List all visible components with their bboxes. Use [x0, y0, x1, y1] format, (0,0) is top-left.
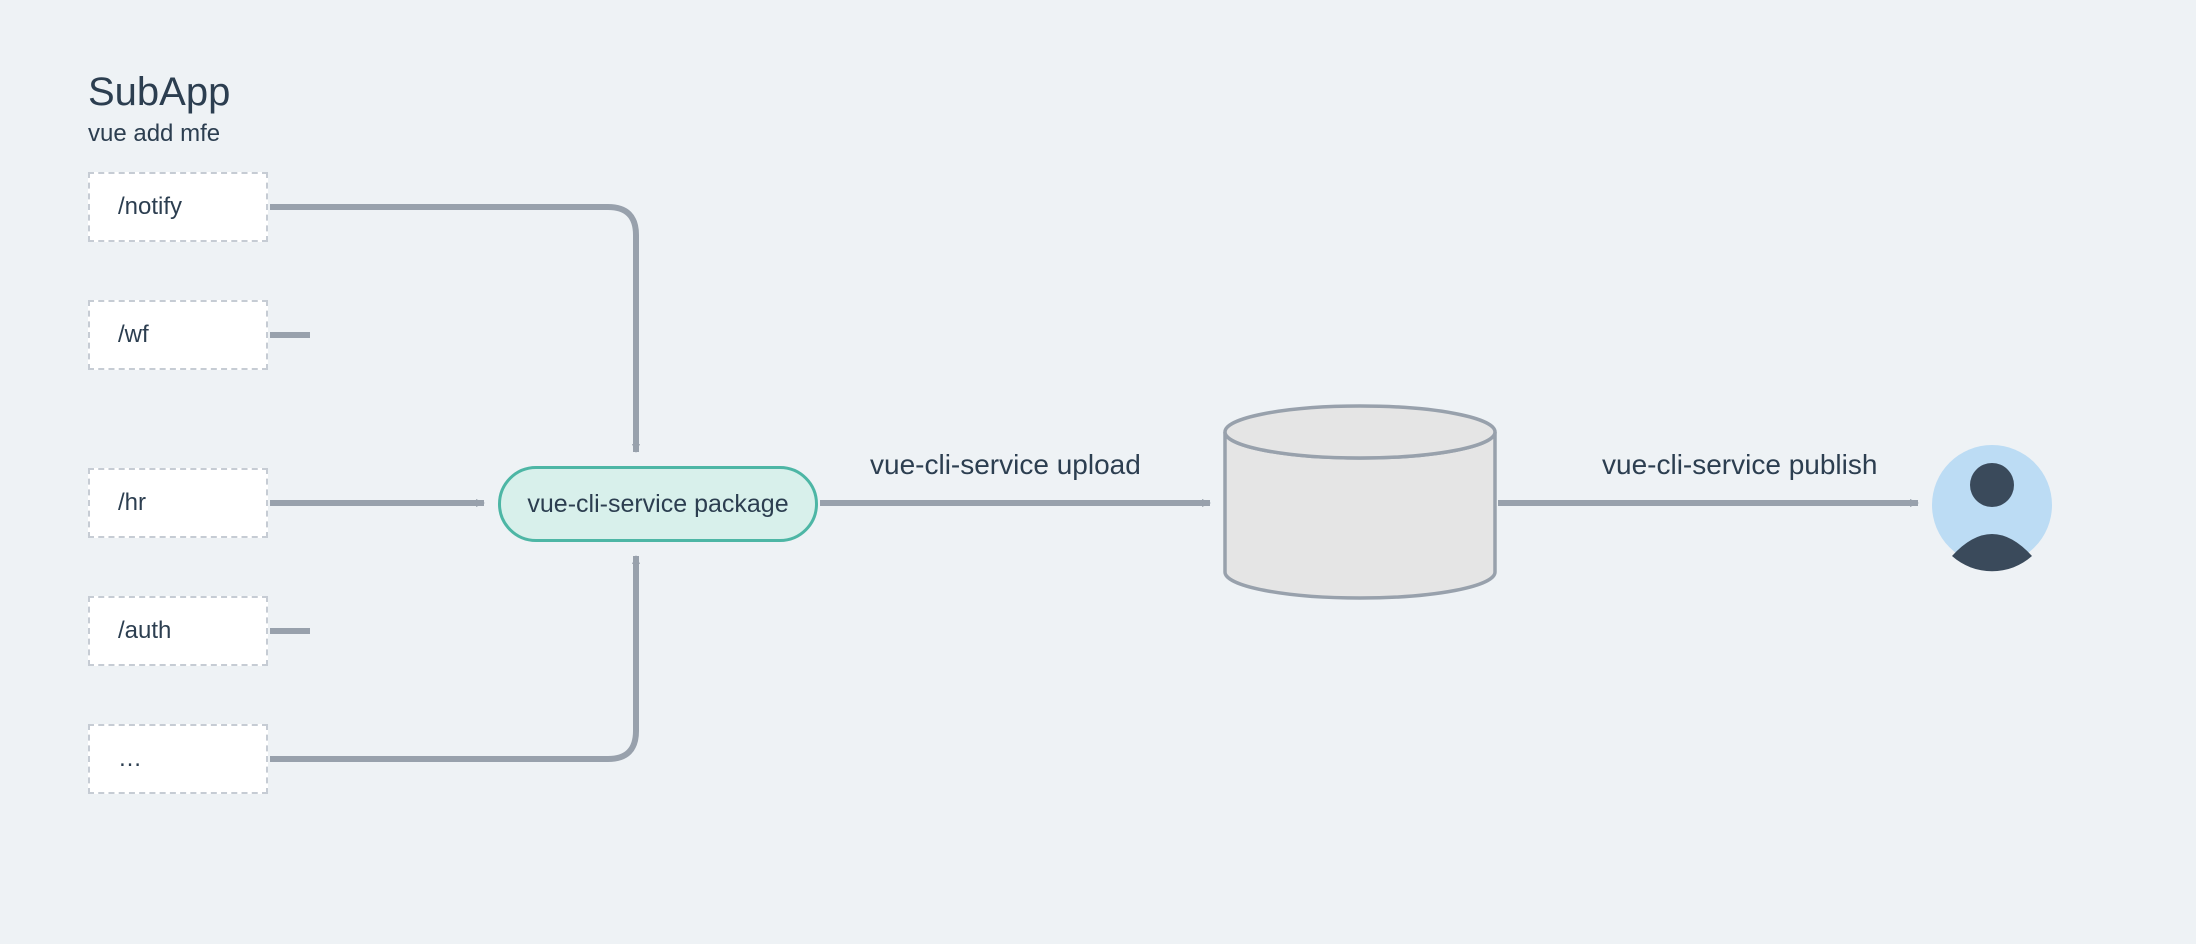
subapp-label: /auth	[118, 617, 171, 645]
upload-arrow-label: vue-cli-service upload	[870, 449, 1141, 481]
subapp-label: /hr	[118, 489, 146, 517]
server-label: Package-Server CDN/OSS	[1228, 472, 1488, 542]
subapp-auth: /auth	[88, 596, 268, 666]
diagram-title: SubApp	[88, 70, 230, 115]
diagram-subtitle: vue add mfe	[88, 120, 220, 148]
publish-arrow-label: vue-cli-service publish	[1602, 449, 1877, 481]
subapp-hr: /hr	[88, 468, 268, 538]
server-line2: CDN/OSS	[1228, 507, 1488, 542]
subapp-label: /notify	[118, 193, 182, 221]
subapp-more: …	[88, 724, 268, 794]
subapp-label: …	[118, 745, 142, 773]
server-line1: Package-Server	[1228, 472, 1488, 507]
package-node: vue-cli-service package	[498, 466, 818, 542]
package-label: vue-cli-service package	[527, 490, 788, 519]
subapp-notify: /notify	[88, 172, 268, 242]
user-icon	[1932, 445, 2052, 571]
subapp-wf: /wf	[88, 300, 268, 370]
subapp-label: /wf	[118, 321, 149, 349]
